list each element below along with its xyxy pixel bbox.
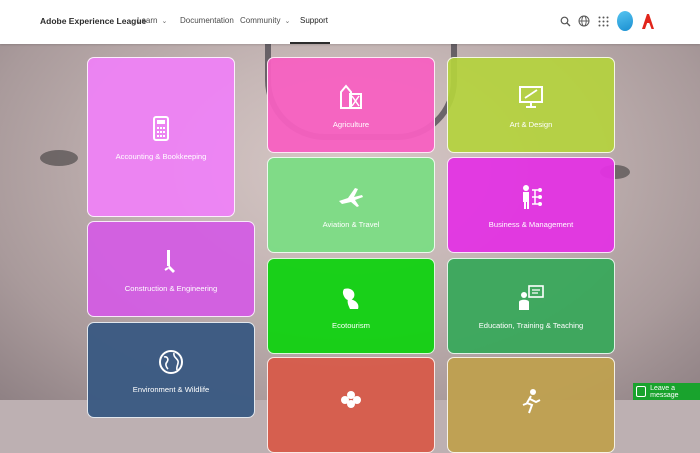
tile-business[interactable]: Business & Management <box>447 157 615 253</box>
tile-label: Business & Management <box>488 219 574 229</box>
brand-name[interactable]: Adobe Experience League <box>40 16 146 26</box>
tile-aviation[interactable]: Aviation & Travel <box>267 157 435 253</box>
site-header: Adobe Experience League Learn ⌄ Document… <box>0 0 700 44</box>
tile-education[interactable]: Education, Training & Teaching <box>447 258 615 354</box>
search-icon[interactable] <box>558 14 572 28</box>
nav-documentation[interactable]: Documentation <box>180 16 234 25</box>
tile-label: Art & Design <box>509 119 553 129</box>
nav-community-label: Community <box>240 16 281 25</box>
airplane-icon <box>339 187 363 207</box>
earth-icon <box>159 349 183 374</box>
tile-accounting[interactable]: Accounting & Bookkeeping <box>87 57 235 217</box>
chevron-down-icon: ⌄ <box>284 17 291 25</box>
globe-icon[interactable] <box>577 14 591 28</box>
tile-label: Environment & Wildlife <box>132 384 210 394</box>
tile-construction[interactable]: Construction & Engineering <box>87 221 255 317</box>
flower-icon <box>341 391 361 408</box>
chevron-down-icon: ⌄ <box>161 17 168 25</box>
tile-art-design[interactable]: Art & Design <box>447 57 615 153</box>
adobe-logo[interactable] <box>640 11 656 31</box>
leave-message-button[interactable]: Leave a message <box>633 383 700 400</box>
nav-community[interactable]: Community ⌄ <box>240 16 290 25</box>
monitor-icon <box>519 85 543 108</box>
tile-label: Ecotourism <box>332 320 370 330</box>
eco-icon <box>342 287 359 309</box>
leave-message-label: Leave a message <box>650 384 679 399</box>
tile-category[interactable] <box>447 357 615 453</box>
hammer-icon <box>164 249 175 273</box>
chat-icon <box>636 386 647 397</box>
avatar[interactable] <box>617 11 633 31</box>
tile-label: Construction & Engineering <box>124 283 218 293</box>
nav-support[interactable]: Support <box>300 16 328 25</box>
active-nav-indicator <box>290 42 330 44</box>
runner-icon <box>522 389 541 414</box>
nav-documentation-label: Documentation <box>180 16 234 25</box>
apps-grid-icon[interactable] <box>596 14 610 28</box>
barn-icon <box>340 83 362 109</box>
background-eye <box>40 150 78 166</box>
tile-label: Agriculture <box>332 119 370 129</box>
nav-support-label: Support <box>300 16 329 25</box>
teacher-icon <box>519 284 544 310</box>
org-chart-icon <box>523 184 542 209</box>
calculator-icon <box>153 115 169 141</box>
tile-category[interactable] <box>267 357 435 453</box>
tile-label: Accounting & Bookkeeping <box>115 151 207 161</box>
tile-label: Aviation & Travel <box>322 219 380 229</box>
tile-ecotourism[interactable]: Ecotourism <box>267 258 435 354</box>
tile-agriculture[interactable]: Agriculture <box>267 57 435 153</box>
tile-environment[interactable]: Environment & Wildlife <box>87 322 255 418</box>
tile-label: Education, Training & Teaching <box>478 320 584 330</box>
nav-learn[interactable]: Learn ⌄ <box>137 16 167 25</box>
nav-learn-label: Learn <box>137 16 158 25</box>
